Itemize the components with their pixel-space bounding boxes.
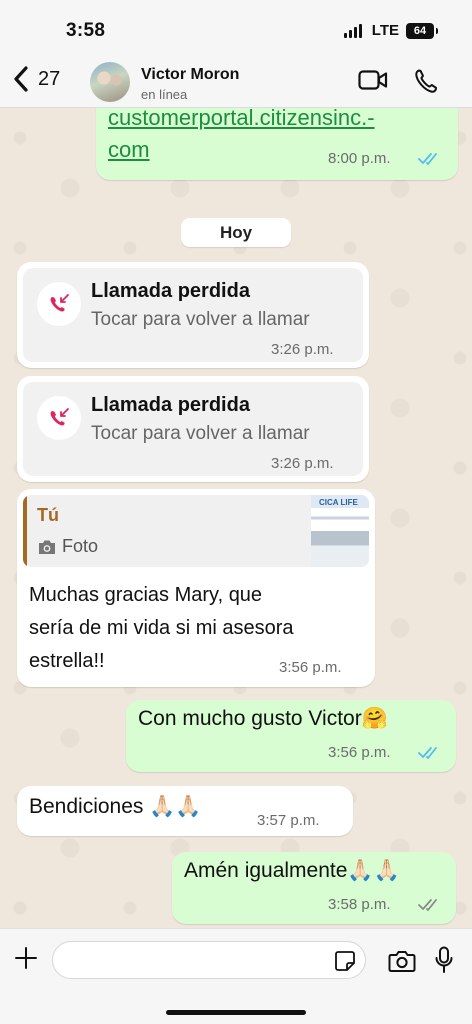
back-button[interactable]: 27: [12, 66, 60, 92]
camera-button[interactable]: [388, 949, 416, 978]
message-line: estrella!!: [29, 650, 105, 672]
outgoing-link-message[interactable]: customerportal.citizensinc.- com 8:00 p.…: [96, 108, 458, 180]
contact-name[interactable]: Victor Moron: [141, 66, 239, 84]
status-indicators: LTE 64: [343, 22, 438, 39]
missed-call-card[interactable]: Llamada perdida Tocar para volver a llam…: [23, 268, 363, 362]
chevron-left-icon: [14, 66, 28, 92]
signal-icon: [343, 23, 364, 38]
quote-author: Tú: [37, 505, 59, 525]
message-time: 3:56 p.m.: [328, 744, 391, 761]
missed-call-card[interactable]: Llamada perdida Tocar para volver a llam…: [23, 382, 363, 476]
home-indicator: [166, 1010, 306, 1015]
call-subtitle[interactable]: Tocar para volver a llamar: [91, 309, 310, 331]
phone-call-icon[interactable]: [414, 68, 438, 99]
plus-icon: [15, 947, 37, 969]
message-text: Bendiciones 🙏🏻🙏🏻: [29, 795, 202, 818]
unread-count: 27: [38, 67, 61, 90]
network-type: LTE: [371, 22, 399, 39]
message-time: 3:56 p.m.: [279, 659, 342, 676]
link-line-1[interactable]: customerportal.citizensinc.-: [108, 108, 438, 134]
avatar[interactable]: [90, 62, 130, 102]
chat-header: 27 Victor Moron en línea: [0, 56, 472, 108]
sticker-icon: [335, 951, 355, 971]
message-time: 3:58 p.m.: [328, 896, 391, 913]
microphone-icon: [435, 946, 453, 973]
message-line: Muchas gracias Mary, que: [29, 584, 263, 606]
message-time: 3:26 p.m.: [271, 455, 334, 472]
missed-call-icon: [37, 282, 81, 326]
thumb-logo: CICA LIFE: [319, 498, 358, 507]
attach-plus-button[interactable]: [14, 946, 38, 975]
quote-accent-bar: [23, 495, 27, 567]
delivered-ticks-icon: [418, 899, 437, 911]
camera-icon: [39, 540, 55, 554]
incoming-reply-message[interactable]: Tú Foto CICA LIFE Muchas gracias Mary, q…: [17, 489, 375, 687]
quote-type-label: Foto: [62, 536, 99, 556]
video-call-icon[interactable]: [358, 68, 388, 97]
call-subtitle[interactable]: Tocar para volver a llamar: [91, 423, 310, 445]
quote-type: Foto: [37, 536, 98, 557]
message-input[interactable]: [52, 941, 366, 979]
microphone-button[interactable]: [434, 946, 454, 979]
status-time: 3:58: [66, 20, 106, 41]
quoted-message[interactable]: Tú Foto CICA LIFE: [23, 495, 369, 567]
outgoing-message[interactable]: Con mucho gusto Victor🤗 3:56 p.m.: [126, 700, 456, 772]
read-ticks-icon: [418, 153, 437, 165]
battery-icon: 64: [406, 22, 438, 39]
outgoing-message[interactable]: Amén igualmente🙏🏻🙏🏻 3:58 p.m.: [172, 852, 456, 924]
missed-call-message[interactable]: Llamada perdida Tocar para volver a llam…: [17, 376, 369, 482]
quoted-photo-thumbnail[interactable]: CICA LIFE: [311, 495, 369, 567]
sticker-button[interactable]: [334, 950, 356, 977]
status-bar: 3:58 LTE 64: [0, 0, 472, 56]
message-line: sería de mi vida si mi asesora: [29, 617, 294, 639]
day-divider: Hoy: [181, 218, 291, 247]
contact-status: en línea: [141, 87, 188, 102]
read-ticks-icon: [418, 747, 437, 759]
message-time: 3:57 p.m.: [257, 812, 320, 829]
message-text: Con mucho gusto Victor🤗: [138, 707, 388, 730]
missed-call-icon: [37, 396, 81, 440]
camera-icon: [388, 951, 416, 972]
call-title: Llamada perdida: [91, 394, 250, 416]
missed-call-message[interactable]: Llamada perdida Tocar para volver a llam…: [17, 262, 369, 368]
chat-area[interactable]: customerportal.citizensinc.- com 8:00 p.…: [0, 108, 472, 928]
message-time: 8:00 p.m.: [328, 150, 391, 167]
incoming-message[interactable]: Bendiciones 🙏🏻🙏🏻 3:57 p.m.: [17, 786, 353, 836]
message-time: 3:26 p.m.: [271, 341, 334, 358]
message-text: Amén igualmente🙏🏻🙏🏻: [184, 859, 400, 882]
call-title: Llamada perdida: [91, 280, 250, 302]
